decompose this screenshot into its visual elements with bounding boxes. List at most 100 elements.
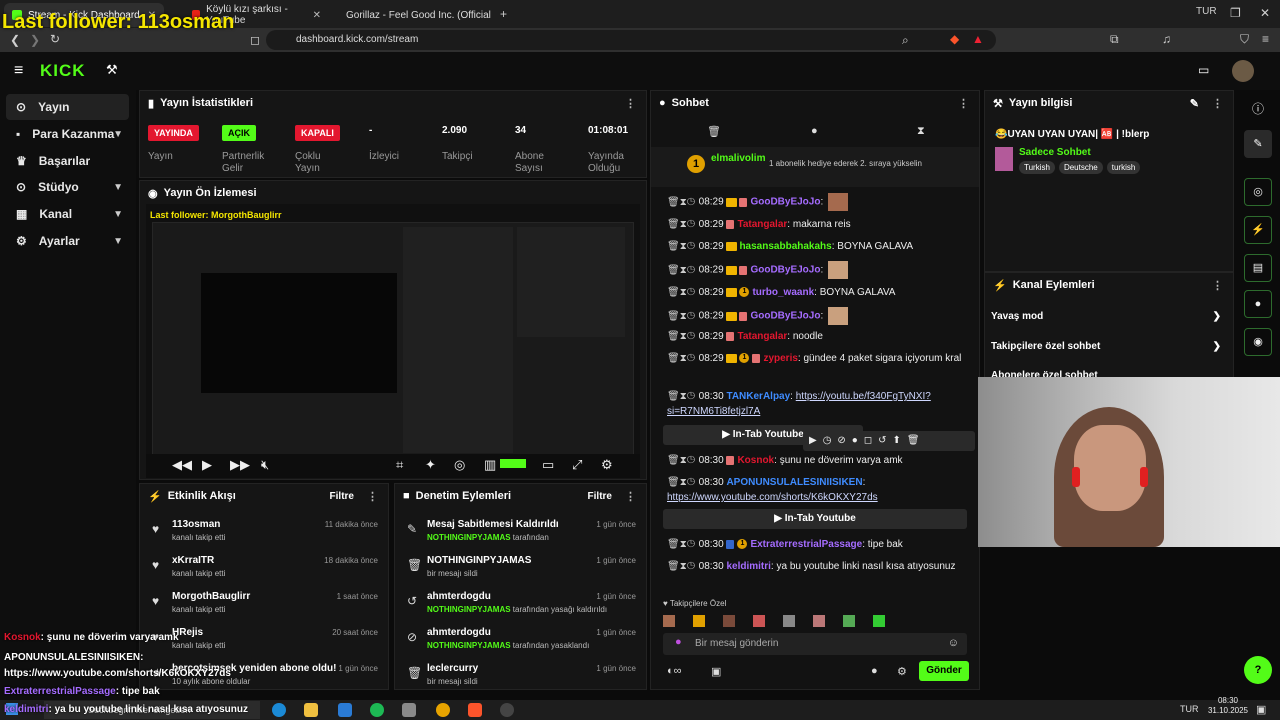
new-tab-icon[interactable]: +: [500, 7, 507, 21]
filter-button[interactable]: Filtre: [330, 491, 354, 502]
close-window-icon[interactable]: ✕: [1260, 6, 1270, 20]
browser-tab-youtube-2[interactable]: Gorillaz - Feel Good Inc. (Official Vide: [332, 3, 492, 27]
message-action-toolbar[interactable]: ▶◷⊘●◻↺⬆🗑︎: [803, 431, 975, 451]
spotify-icon[interactable]: [370, 703, 384, 717]
chat-bubble-icon[interactable]: ●: [1244, 290, 1272, 318]
url-field[interactable]: dashboard.kick.com/stream: [266, 30, 996, 50]
avatar[interactable]: [1232, 60, 1254, 82]
sidebar-item-kanal[interactable]: ▦ Kanal ▼: [6, 201, 129, 227]
hourglass-icon[interactable]: ⧗: [917, 125, 925, 138]
zoom-icon[interactable]: ⌕: [902, 33, 909, 48]
sparkle-icon[interactable]: ✦: [425, 457, 436, 473]
bolt-icon[interactable]: ⚡: [1244, 216, 1272, 244]
mail-icon[interactable]: [338, 703, 352, 717]
chat-message[interactable]: 🗑︎⧗◷ 08:29 1 zyperis: gündee 4 paket sigar…: [667, 351, 967, 366]
send-button[interactable]: Gönder: [919, 661, 969, 681]
clipboard-icon[interactable]: ▤: [1244, 254, 1272, 282]
stats-icon[interactable]: ▥: [484, 457, 496, 473]
chat-tools-icon[interactable]: ◐∞: [667, 665, 682, 677]
chat-message[interactable]: 🗑︎⧗◷ 08:29 hasansabbahakahs: BOYNA GALAVA: [667, 239, 967, 254]
info-icon[interactable]: ⓘ: [1252, 100, 1264, 117]
message-user[interactable]: GooDByEJoJo: [750, 265, 820, 276]
help-icon[interactable]: ?: [1244, 656, 1272, 684]
file-explorer-icon[interactable]: [304, 703, 318, 717]
forward-icon[interactable]: ❯: [30, 33, 40, 47]
sidebar-item-ayarlar[interactable]: ⚙ Ayarlar ▼: [6, 228, 129, 254]
speed-icon[interactable]: ◎: [454, 457, 465, 473]
brave-rewards-icon[interactable]: ▲: [972, 32, 984, 46]
stream-preview-video[interactable]: Last follower: MorgothBauglirr: [146, 204, 640, 478]
more-icon[interactable]: ⋮: [958, 97, 969, 110]
emote-icon[interactable]: [813, 615, 825, 627]
edit-layout-icon[interactable]: ✎: [1244, 130, 1272, 158]
emote-icon[interactable]: [783, 615, 795, 627]
message-user[interactable]: GooDByEJoJo: [750, 311, 820, 322]
emote-icon[interactable]: [663, 615, 675, 627]
kick-logo[interactable]: KICK: [40, 61, 86, 81]
notification-icon[interactable]: ▣: [1256, 703, 1266, 716]
action-followers-only[interactable]: Takipçilere özel sohbet ❯: [991, 341, 1227, 352]
intab-youtube-button[interactable]: ▶ In-Tab Youtube: [663, 509, 967, 529]
brave-icon[interactable]: [468, 703, 482, 717]
store-icon[interactable]: ▣: [711, 665, 721, 678]
forward-icon[interactable]: ▶▶: [230, 457, 250, 473]
bookmark-icon[interactable]: ◻: [250, 33, 260, 47]
tag[interactable]: Deutsche: [1058, 161, 1103, 174]
message-link[interactable]: https://www.youtube.com/shorts/K6kOKXY27…: [667, 492, 878, 503]
chat-message[interactable]: 🗑︎⧗◷ 08:30 TANKerAlpay: https://youtu.be/…: [667, 389, 967, 419]
obs-icon[interactable]: [500, 703, 514, 717]
more-icon[interactable]: ⋮: [625, 490, 636, 503]
hamburger-menu-icon[interactable]: ≡: [14, 62, 23, 80]
camera-icon[interactable]: ◎: [1244, 178, 1272, 206]
chat-bubble-icon[interactable]: ●: [811, 125, 818, 137]
chat-message[interactable]: 🗑︎⧗◷ 08:29 GooDByEJoJo:: [667, 261, 967, 279]
chat-message[interactable]: 🗑︎⧗◷ 08:29 Tatangalar: makarna reis: [667, 217, 967, 232]
more-icon[interactable]: ⋮: [367, 490, 378, 503]
toggle-icon[interactable]: [500, 459, 526, 468]
chat-bubble-icon[interactable]: ●: [871, 665, 878, 677]
language-indicator[interactable]: TUR: [1180, 704, 1199, 714]
tag[interactable]: turkish: [1106, 161, 1141, 174]
more-icon[interactable]: ⋮: [625, 97, 636, 110]
gear-icon[interactable]: ⚙: [897, 665, 907, 678]
message-user[interactable]: zyperis: [763, 353, 797, 364]
category-name[interactable]: Sadece Sohbet: [1019, 147, 1091, 158]
edit-icon[interactable]: ✎: [1190, 97, 1199, 110]
rewind-icon[interactable]: ◀◀: [172, 457, 192, 473]
media-icon[interactable]: ♫: [1162, 32, 1171, 46]
brave-shield-icon[interactable]: ◆: [950, 32, 959, 46]
chat-message[interactable]: 🗑︎⧗◷ 08:29 GooDByEJoJo:: [667, 193, 967, 211]
chrome-icon[interactable]: [436, 703, 450, 717]
reload-icon[interactable]: ↻: [50, 32, 60, 46]
message-user[interactable]: APONUNSULALESINIISIKEN: [726, 477, 862, 488]
chat-message[interactable]: 🗑︎⧗◷ 08:29 Tatangalar: noodle: [667, 329, 967, 344]
message-user[interactable]: GooDByEJoJo: [750, 197, 820, 208]
message-user[interactable]: turbo_waank: [752, 287, 814, 298]
chat-message[interactable]: 🗑︎⧗◷ 08:30 keldimitri: ya bu youtube link…: [667, 559, 967, 574]
message-user[interactable]: Tatangalar: [737, 219, 787, 230]
back-icon[interactable]: ❮: [10, 33, 20, 47]
trash-icon[interactable]: 🗑︎: [707, 125, 721, 138]
fullscreen-icon[interactable]: ⤢: [572, 457, 582, 473]
shield-icon[interactable]: ⛉: [1240, 32, 1249, 47]
tag[interactable]: Turkish: [1019, 161, 1055, 174]
chat-message[interactable]: 🗑︎⧗◷ 08:29 GooDByEJoJo:: [667, 307, 967, 325]
chat-message[interactable]: 🗑︎⧗◷ 08:30 Kosnok: şunu ne döverim varya …: [667, 453, 967, 468]
more-icon[interactable]: ⋮: [1212, 97, 1223, 110]
sidebar-item-para-kazanma[interactable]: ▪ Para Kazanma ▼: [6, 121, 129, 147]
mute-icon[interactable]: 🔇︎: [261, 457, 269, 473]
chat-message[interactable]: 🗑︎⧗◷ 08:30 APONUNSULALESINIISIKEN: https:…: [667, 475, 967, 505]
broadcast-icon[interactable]: ◉: [1244, 328, 1272, 356]
gear-icon[interactable]: ⚙: [601, 457, 613, 473]
action-slow-mode[interactable]: Yavaş mod ❯: [991, 311, 1227, 322]
crop-icon[interactable]: ⌗: [396, 457, 403, 473]
message-user[interactable]: ExtraterrestrialPassage: [750, 539, 862, 550]
wallet-icon[interactable]: ▭: [1198, 63, 1209, 77]
message-user[interactable]: Kosnok: [737, 455, 774, 466]
chat-message[interactable]: 🗑︎⧗◷ 08:29 1 turbo_waank: BOYNA GALAVA: [667, 285, 967, 300]
emote-icon[interactable]: [723, 615, 735, 627]
sidebar-item-basarilar[interactable]: ♛ Başarılar: [6, 148, 129, 174]
message-user[interactable]: Tatangalar: [737, 331, 787, 342]
extensions-icon[interactable]: ⧉: [1110, 32, 1119, 47]
emote-icon[interactable]: [843, 615, 855, 627]
